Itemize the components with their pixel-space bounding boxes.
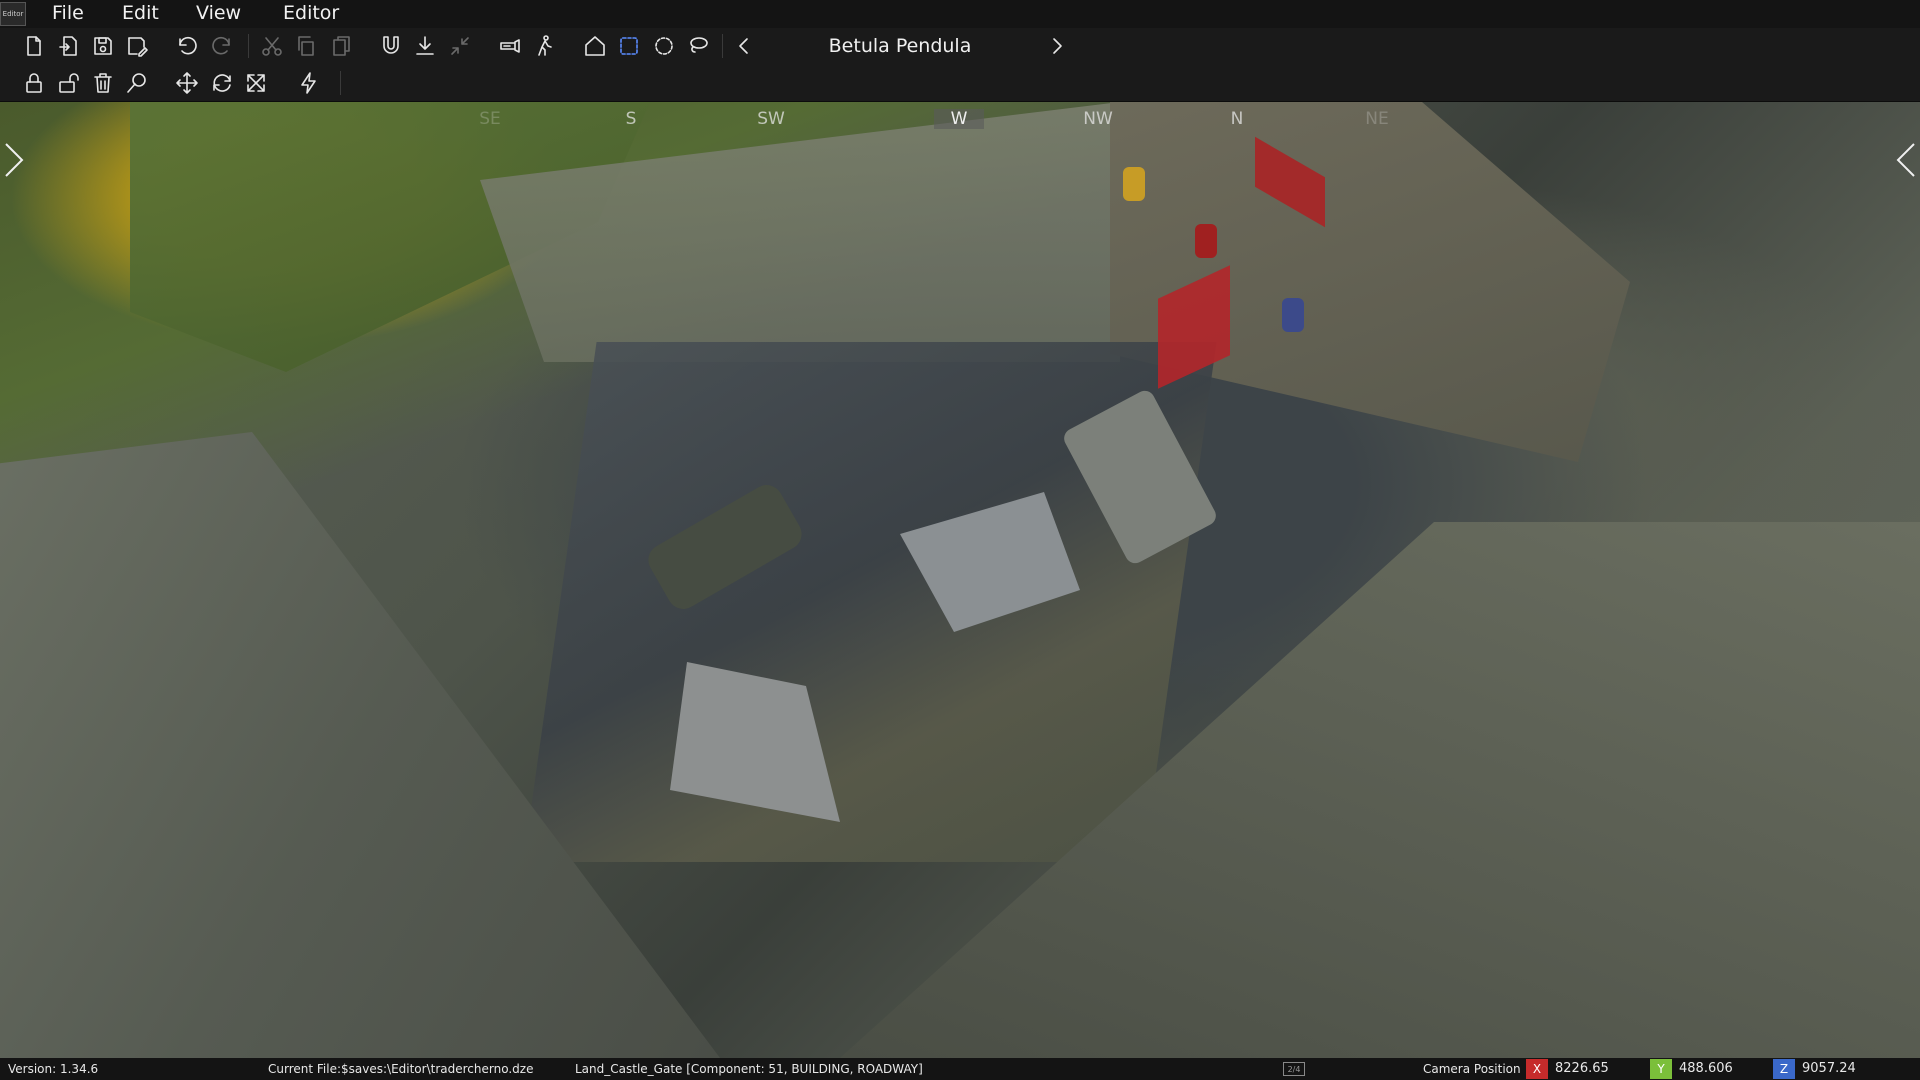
yellow-barrel-object[interactable] <box>1123 167 1145 201</box>
scale-icon[interactable] <box>242 69 270 97</box>
toolbar-separator <box>248 34 249 58</box>
box-select-icon[interactable] <box>615 32 643 60</box>
camera-x-value[interactable]: 8226.65 <box>1555 1061 1609 1076</box>
menu-editor[interactable]: Editor <box>283 2 339 24</box>
menu-bar: Editor File Edit View Editor <box>0 0 1920 28</box>
compass-sw: SW <box>757 109 785 129</box>
menu-file[interactable]: File <box>52 2 84 24</box>
red-barrel-object[interactable] <box>1195 224 1217 258</box>
compass-ne: NE <box>1365 109 1389 129</box>
unlock-icon[interactable] <box>55 69 83 97</box>
toolbar-transform <box>0 64 1920 102</box>
lasso-select-icon[interactable] <box>684 32 712 60</box>
search-icon[interactable] <box>123 69 151 97</box>
menu-view[interactable]: View <box>196 2 241 24</box>
home-icon[interactable] <box>581 32 609 60</box>
right-panel-toggle[interactable] <box>1894 140 1918 180</box>
compass-nw: NW <box>1083 109 1113 129</box>
next-brush-button[interactable] <box>1043 32 1071 60</box>
compass-w: W <box>934 109 984 129</box>
scene-viewport[interactable] <box>0 102 1920 1058</box>
save-icon[interactable] <box>89 32 117 60</box>
redo-icon[interactable] <box>208 32 236 60</box>
chevron-right-icon <box>5 143 24 177</box>
compass-n: N <box>1230 109 1244 129</box>
y-axis-tag: Y <box>1650 1059 1672 1079</box>
compass-bar: SE S SW W NW N NE <box>0 109 1920 135</box>
magnet-icon[interactable] <box>377 32 405 60</box>
previous-brush-button[interactable] <box>730 32 758 60</box>
chevron-left-icon <box>1896 143 1915 177</box>
app-logo-text: Editor <box>2 10 24 18</box>
camera-icon-text: 2/4 <box>1287 1064 1301 1074</box>
z-axis-tag: Z <box>1773 1059 1795 1079</box>
save-as-icon[interactable] <box>123 32 151 60</box>
version-label: Version: 1.34.6 <box>8 1062 99 1076</box>
toolbar-separator <box>340 71 341 95</box>
cut-icon[interactable] <box>258 32 286 60</box>
lock-icon[interactable] <box>20 69 48 97</box>
flashlight-icon[interactable] <box>496 32 524 60</box>
toolbar-main: Betula Pendula <box>0 28 1920 64</box>
move-icon[interactable] <box>173 69 201 97</box>
new-file-icon[interactable] <box>20 32 48 60</box>
blue-barrel-object[interactable] <box>1282 298 1304 332</box>
paste-icon[interactable] <box>327 32 355 60</box>
copy-icon[interactable] <box>292 32 320 60</box>
x-axis-tag: X <box>1526 1059 1548 1079</box>
camera-icon: 2/4 <box>1283 1062 1305 1076</box>
rotate-icon[interactable] <box>208 69 236 97</box>
undo-icon[interactable] <box>173 32 201 60</box>
selected-object-label: Land_Castle_Gate [Component: 51, BUILDIN… <box>575 1062 923 1076</box>
camera-y-value[interactable]: 488.606 <box>1679 1061 1733 1076</box>
delete-icon[interactable] <box>89 69 117 97</box>
compass-se: SE <box>479 109 501 129</box>
left-panel-toggle[interactable] <box>2 140 26 180</box>
app-logo-icon: Editor <box>0 2 26 26</box>
compass-s: S <box>625 109 637 129</box>
walk-icon[interactable] <box>531 32 559 60</box>
collapse-icon[interactable] <box>446 32 474 60</box>
ground-snap-icon[interactable] <box>411 32 439 60</box>
camera-position-label: Camera Position <box>1423 1062 1521 1076</box>
lightning-icon[interactable] <box>295 69 323 97</box>
circle-select-icon[interactable] <box>650 32 678 60</box>
camera-z-value[interactable]: 9057.24 <box>1802 1061 1856 1076</box>
current-file-label: Current File:$saves:\Editor\tradercherno… <box>268 1062 534 1076</box>
toolbar-separator <box>722 34 723 58</box>
status-bar: Version: 1.34.6 Current File:$saves:\Edi… <box>0 1058 1920 1080</box>
brush-title: Betula Pendula <box>828 35 972 57</box>
open-file-icon[interactable] <box>55 32 83 60</box>
menu-edit[interactable]: Edit <box>122 2 159 24</box>
